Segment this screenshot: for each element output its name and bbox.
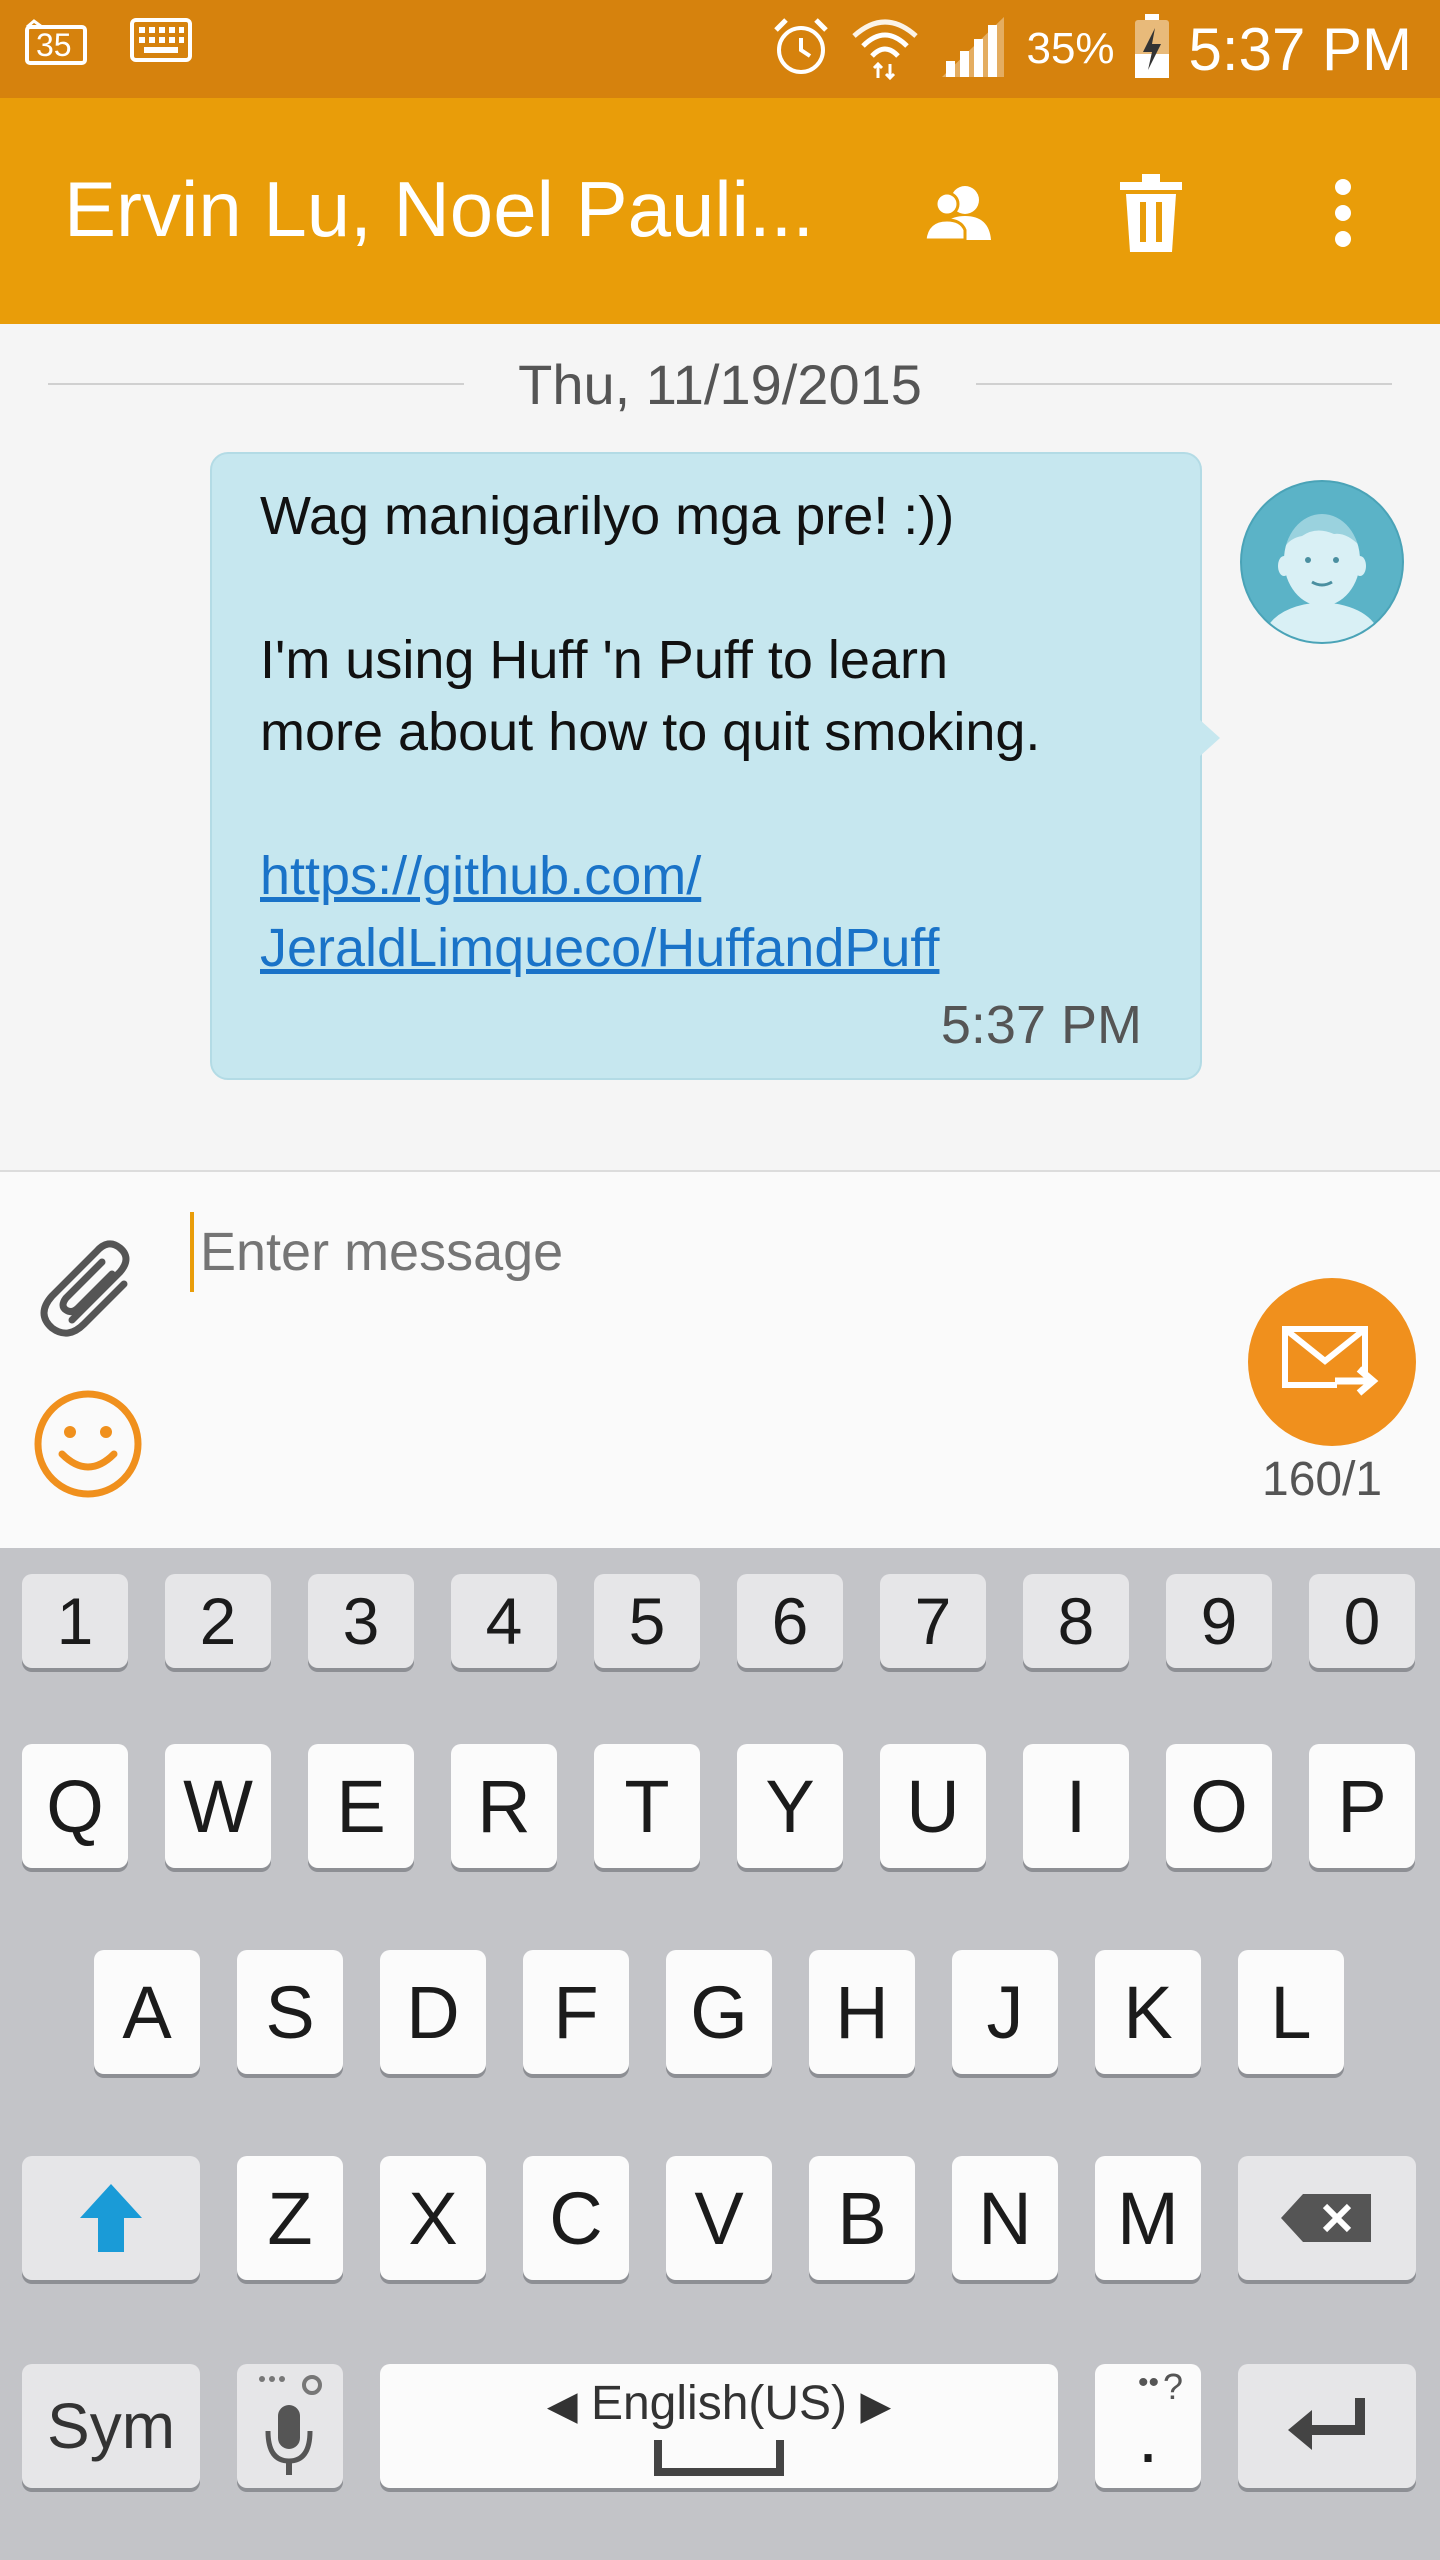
message-link[interactable]: https://github.com/ bbox=[260, 846, 701, 906]
chevron-right-icon: ▶ bbox=[860, 2384, 892, 2428]
key-m[interactable]: M bbox=[1095, 2156, 1201, 2280]
key-l[interactable]: L bbox=[1238, 1950, 1344, 2074]
battery-percent: 35% bbox=[1026, 24, 1115, 73]
key-n[interactable]: N bbox=[952, 2156, 1058, 2280]
chevron-left-icon: ◀ bbox=[546, 2384, 578, 2428]
key-p[interactable]: P bbox=[1309, 1744, 1415, 1868]
message-input[interactable] bbox=[190, 1212, 1200, 1292]
send-button[interactable] bbox=[1248, 1278, 1416, 1446]
key-4[interactable]: 4 bbox=[451, 1574, 557, 1668]
message-link[interactable]: JeraldLimqueco/HuffandPuff bbox=[260, 918, 939, 978]
key-5[interactable]: 5 bbox=[594, 1574, 700, 1668]
action-bar: Ervin Lu, Noel Pauli... bbox=[0, 98, 1440, 324]
key-2[interactable]: 2 bbox=[165, 1574, 271, 1668]
key-9[interactable]: 9 bbox=[1166, 1574, 1272, 1668]
key-6[interactable]: 6 bbox=[737, 1574, 843, 1668]
avatar[interactable] bbox=[1240, 480, 1404, 644]
attach-icon[interactable] bbox=[32, 1224, 152, 1344]
message-text: Wag manigarilyo mga pre! :)) I'm using H… bbox=[260, 480, 1160, 984]
language-label: English(US) bbox=[590, 2377, 848, 2430]
key-8[interactable]: 8 bbox=[1023, 1574, 1129, 1668]
key-e[interactable]: E bbox=[308, 1744, 414, 1868]
date-label: Thu, 11/19/2015 bbox=[518, 352, 922, 416]
backspace-key[interactable] bbox=[1238, 2156, 1416, 2280]
key-3[interactable]: 3 bbox=[308, 1574, 414, 1668]
keyboard-icon bbox=[130, 18, 192, 67]
shift-arrow-icon bbox=[80, 2184, 142, 2252]
message-line: more about how to quit smoking. bbox=[260, 702, 1041, 762]
key-k[interactable]: K bbox=[1095, 1950, 1201, 2074]
space-key-label: ◀ English(US) ▶ bbox=[380, 2376, 1058, 2431]
period-key[interactable]: ? •• . bbox=[1095, 2364, 1201, 2488]
space-key[interactable]: ◀ English(US) ▶ bbox=[380, 2364, 1058, 2488]
send-message-icon bbox=[1282, 1326, 1379, 1396]
date-divider: Thu, 11/19/2015 bbox=[48, 352, 1393, 416]
soft-keyboard: 1 2 3 4 5 6 7 8 9 0 Q W E R T Y U I O P … bbox=[0, 1548, 1440, 2560]
sym-key[interactable]: Sym bbox=[22, 2364, 200, 2488]
enter-key[interactable] bbox=[1238, 2364, 1416, 2488]
key-t[interactable]: T bbox=[594, 1744, 700, 1868]
key-f[interactable]: F bbox=[523, 1950, 629, 2074]
bubble-tail bbox=[1200, 720, 1220, 756]
key-a[interactable]: A bbox=[94, 1950, 200, 2074]
message-line: Wag manigarilyo mga pre! :)) bbox=[260, 486, 955, 546]
key-c[interactable]: C bbox=[523, 2156, 629, 2280]
notification-35-icon: 35 bbox=[24, 18, 90, 67]
key-w[interactable]: W bbox=[165, 1744, 271, 1868]
punct-hint-dots: •• bbox=[1137, 2366, 1159, 2399]
conversation-title[interactable]: Ervin Lu, Noel Pauli... bbox=[64, 164, 814, 255]
key-q[interactable]: Q bbox=[22, 1744, 128, 1868]
key-s[interactable]: S bbox=[237, 1950, 343, 2074]
overflow-menu-icon[interactable] bbox=[1298, 168, 1388, 258]
microphone-icon bbox=[259, 2375, 322, 2475]
key-u[interactable]: U bbox=[880, 1744, 986, 1868]
message-bubble[interactable]: Wag manigarilyo mga pre! :)) I'm using H… bbox=[210, 452, 1202, 1080]
key-0[interactable]: 0 bbox=[1309, 1574, 1415, 1668]
signal-icon bbox=[938, 15, 1008, 84]
conversation-area[interactable]: Thu, 11/19/2015 Wag manigarilyo mga pre!… bbox=[0, 324, 1440, 1170]
spacebar-icon bbox=[654, 2440, 784, 2476]
message-line: I'm using Huff 'n Puff to learn bbox=[260, 630, 948, 690]
enter-icon bbox=[1288, 2398, 1365, 2450]
key-x[interactable]: X bbox=[380, 2156, 486, 2280]
key-y[interactable]: Y bbox=[737, 1744, 843, 1868]
battery-charging-icon bbox=[1133, 13, 1171, 85]
key-j[interactable]: J bbox=[952, 1950, 1058, 2074]
key-i[interactable]: I bbox=[1023, 1744, 1129, 1868]
backspace-icon bbox=[1281, 2194, 1371, 2242]
alarm-icon bbox=[770, 16, 832, 83]
key-1[interactable]: 1 bbox=[22, 1574, 128, 1668]
key-h[interactable]: H bbox=[809, 1950, 915, 2074]
key-r[interactable]: R bbox=[451, 1744, 557, 1868]
shift-key[interactable] bbox=[22, 2156, 200, 2280]
message-timestamp: 5:37 PM bbox=[940, 995, 1142, 1055]
key-7[interactable]: 7 bbox=[880, 1574, 986, 1668]
person-avatar-icon bbox=[1262, 511, 1382, 642]
punct-hint: ? bbox=[1162, 2366, 1183, 2407]
contacts-icon[interactable] bbox=[914, 168, 1004, 258]
wifi-icon bbox=[850, 12, 920, 87]
status-bar: 35 35% 5:37 PM bbox=[0, 0, 1440, 98]
delete-icon[interactable] bbox=[1106, 168, 1196, 258]
compose-area: 160/1 bbox=[0, 1170, 1440, 1548]
character-counter: 160/1 bbox=[1262, 1453, 1383, 1506]
key-d[interactable]: D bbox=[380, 1950, 486, 2074]
status-time: 5:37 PM bbox=[1188, 15, 1412, 83]
key-v[interactable]: V bbox=[666, 2156, 772, 2280]
key-b[interactable]: B bbox=[809, 2156, 915, 2280]
divider-line bbox=[975, 383, 1393, 385]
key-z[interactable]: Z bbox=[237, 2156, 343, 2280]
notification-badge: 35 bbox=[36, 26, 72, 63]
key-o[interactable]: O bbox=[1166, 1744, 1272, 1868]
period-label: . bbox=[1137, 2394, 1159, 2478]
emoji-icon[interactable] bbox=[30, 1386, 146, 1502]
voice-input-key[interactable] bbox=[237, 2364, 343, 2488]
divider-line bbox=[48, 383, 465, 385]
key-g[interactable]: G bbox=[666, 1950, 772, 2074]
